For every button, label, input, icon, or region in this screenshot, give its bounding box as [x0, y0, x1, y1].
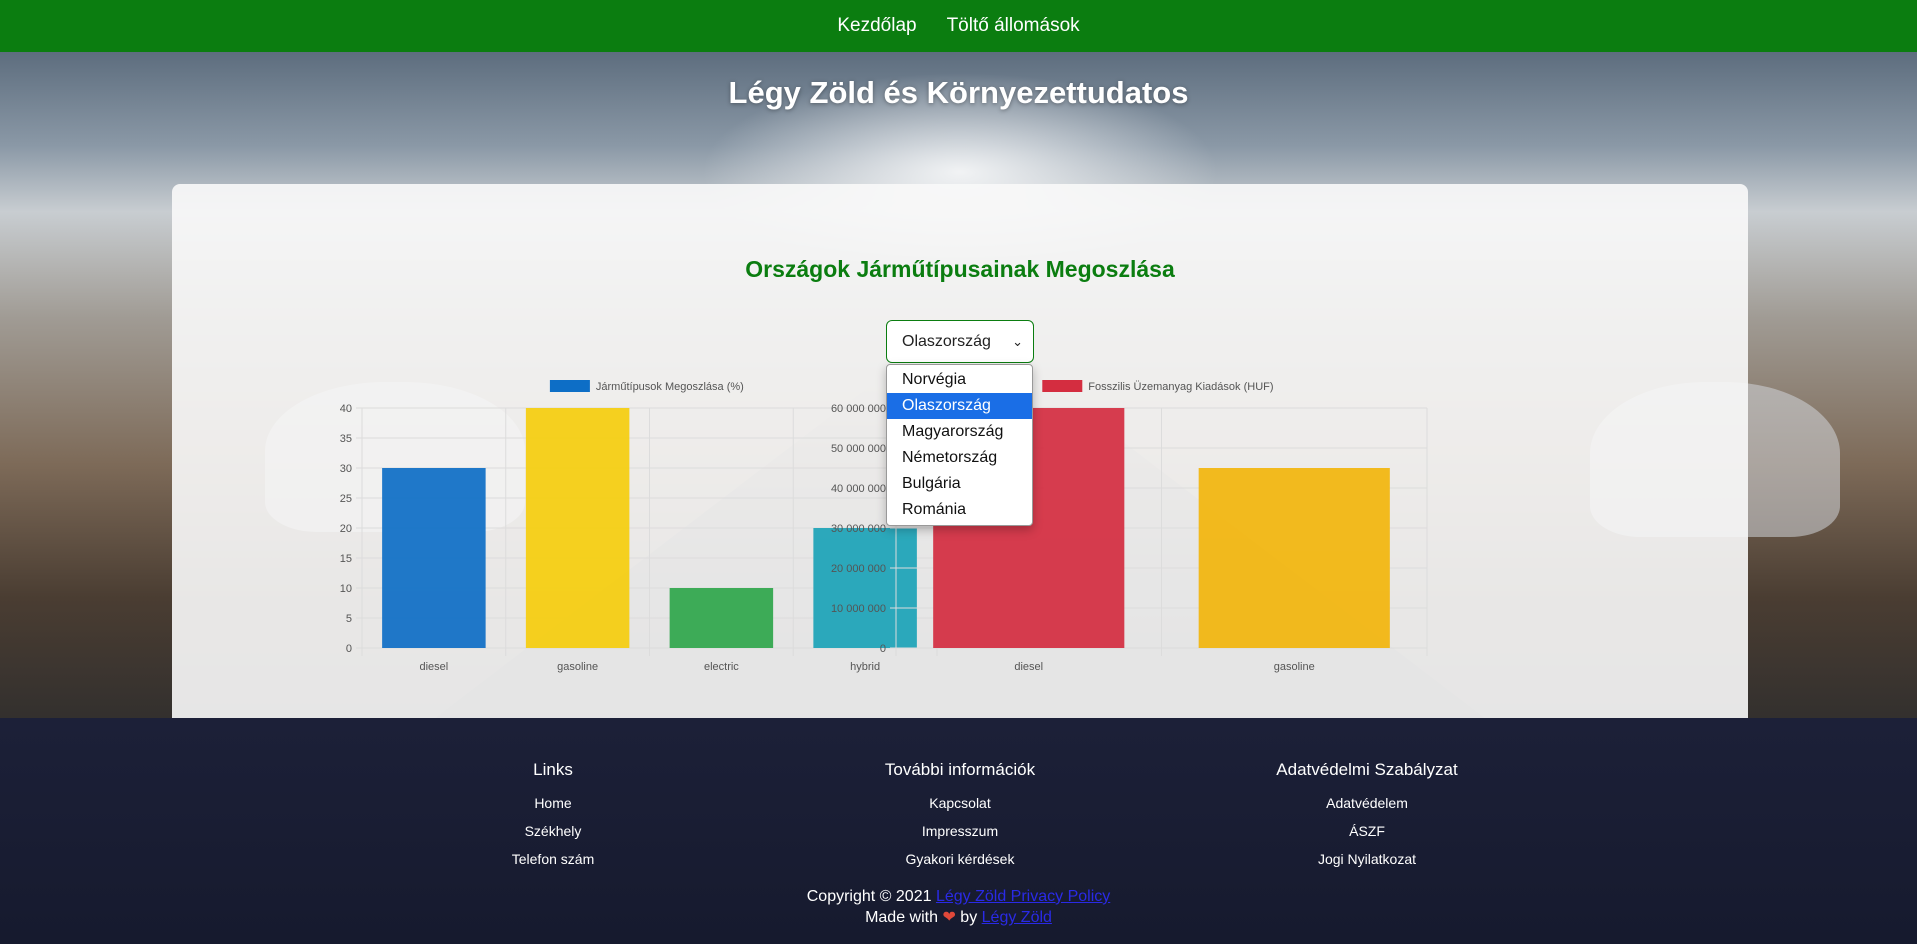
by-text: by: [960, 909, 978, 926]
footer-link-home[interactable]: Home: [393, 789, 713, 817]
country-option-hungary[interactable]: Magyarország: [887, 419, 1032, 445]
y-tick-label: 15: [340, 553, 352, 565]
legend-swatch: [549, 380, 590, 392]
footer-link-imprint[interactable]: Impresszum: [800, 817, 1120, 845]
y-tick-label: 40 000 000: [831, 483, 886, 495]
heart-icon: ❤: [942, 909, 956, 926]
y-tick-label: 50 000 000: [831, 443, 886, 455]
footer-heading-privacy: Adatvédelmi Szabályzat: [1276, 760, 1458, 779]
privacy-policy-link[interactable]: Légy Zöld Privacy Policy: [936, 888, 1110, 905]
hero-background: Légy Zöld és Környezettudatos Országok J…: [0, 52, 1917, 718]
y-tick-label: 30 000 000: [831, 523, 886, 535]
footer-link-terms[interactable]: ÁSZF: [1207, 817, 1527, 845]
footer-column-privacy: Adatvédelmi Szabályzat Adatvédelem ÁSZF …: [1207, 760, 1527, 873]
y-tick-label: 40: [340, 403, 352, 415]
top-navigation: Kezdőlap Töltő állomások: [0, 0, 1917, 52]
footer-link-data-protection[interactable]: Adatvédelem: [1207, 789, 1527, 817]
author-link[interactable]: Légy Zöld: [982, 909, 1052, 926]
y-tick-label: 10: [340, 583, 352, 595]
country-option-bulgaria[interactable]: Bulgária: [887, 471, 1032, 497]
footer-link-phone[interactable]: Telefon szám: [393, 845, 713, 873]
footer-link-contact[interactable]: Kapcsolat: [800, 789, 1120, 817]
y-tick-label: 20 000 000: [831, 563, 886, 575]
y-tick-label: 60 000 000: [831, 403, 886, 415]
chart-card: Országok Járműtípusainak Megoszlása Olas…: [172, 184, 1748, 718]
y-tick-label: 35: [340, 433, 352, 445]
y-tick-label: 5: [346, 613, 352, 625]
copyright-text: Copyright © 2021: [806, 888, 932, 905]
x-tick-label: gasoline: [557, 661, 598, 673]
footer-column-more-info: További információk Kapcsolat Impresszum…: [800, 760, 1120, 873]
bar-hybrid[interactable]: [813, 528, 917, 648]
footer: Links Home Székhely Telefon szám További…: [0, 718, 1917, 944]
x-tick-label: diesel: [420, 661, 449, 673]
x-tick-label: electric: [704, 661, 739, 673]
footer-heading-more-info: További információk: [884, 760, 1036, 779]
country-option-italy[interactable]: Olaszország: [887, 393, 1032, 419]
y-tick-label: 20: [340, 523, 352, 535]
made-with-text: Made with: [865, 909, 938, 926]
nav-link-home[interactable]: Kezdőlap: [837, 15, 916, 37]
y-tick-label: 10 000 000: [831, 603, 886, 615]
x-tick-label: hybrid: [850, 661, 880, 673]
bar-gasoline[interactable]: [1198, 468, 1390, 648]
x-tick-label: gasoline: [1274, 661, 1315, 673]
legend-label[interactable]: Fosszilis Üzemanyag Kiadások (HUF): [1088, 381, 1273, 393]
country-option-norway[interactable]: Norvégia: [887, 367, 1032, 393]
legend-label[interactable]: Járműtípusok Megoszlása (%): [596, 381, 744, 393]
country-option-romania[interactable]: Románia: [887, 497, 1032, 523]
y-tick-label: 0: [346, 643, 352, 655]
y-tick-label: 0: [880, 643, 886, 655]
footer-column-links: Links Home Székhely Telefon szám: [393, 760, 713, 873]
footer-link-faq[interactable]: Gyakori kérdések: [800, 845, 1120, 873]
nav-link-charging-stations[interactable]: Töltő állomások: [947, 15, 1080, 37]
footer-heading-links: Links: [533, 760, 573, 779]
country-option-germany[interactable]: Németország: [887, 445, 1032, 471]
copyright-line: Copyright © 2021 Légy Zöld Privacy Polic…: [0, 886, 1917, 907]
bar-electric[interactable]: [669, 588, 774, 648]
footer-link-legal-notice[interactable]: Jogi Nyilatkozat: [1207, 845, 1527, 873]
site-title: Légy Zöld és Környezettudatos: [728, 75, 1189, 110]
made-with-line: Made with ❤ by Légy Zöld: [0, 907, 1917, 928]
x-tick-label: diesel: [1014, 661, 1043, 673]
copyright-block: Copyright © 2021 Légy Zöld Privacy Polic…: [0, 886, 1917, 928]
bar-gasoline[interactable]: [525, 408, 630, 648]
y-tick-label: 30: [340, 463, 352, 475]
y-tick-label: 25: [340, 493, 352, 505]
footer-link-headquarters[interactable]: Székhely: [393, 817, 713, 845]
bar-diesel[interactable]: [382, 468, 486, 648]
legend-swatch: [1042, 380, 1083, 392]
country-dropdown-list: Norvégia Olaszország Magyarország Németo…: [886, 364, 1033, 526]
